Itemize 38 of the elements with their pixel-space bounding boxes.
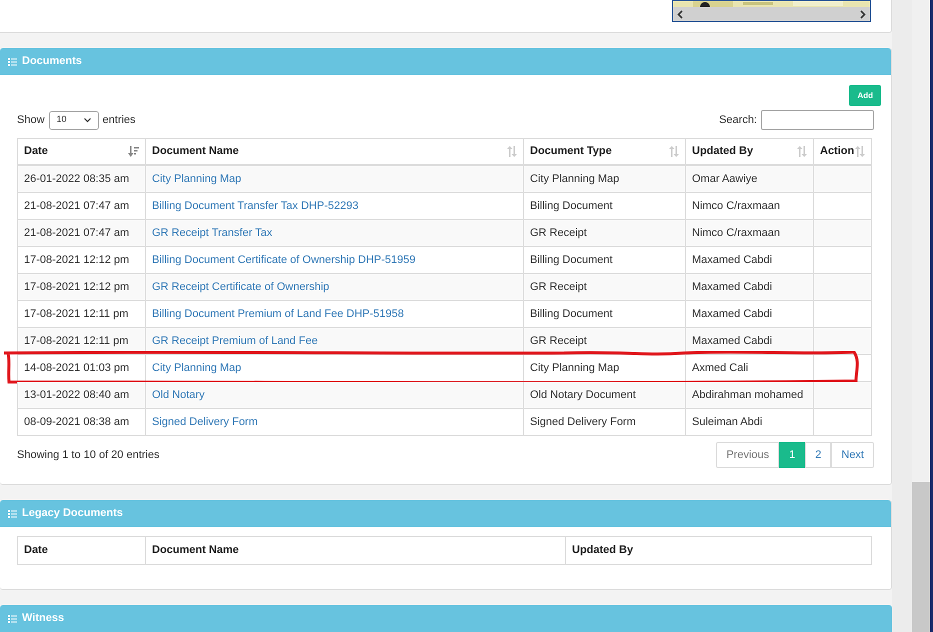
search-field[interactable]	[761, 110, 874, 130]
panel-title: Legacy Documents	[22, 506, 123, 522]
document-link[interactable]: Billing Document Transfer Tax DHP-52293	[152, 198, 358, 214]
pagination-button[interactable]: Next	[831, 442, 874, 468]
show-label: Show	[17, 112, 45, 128]
column-header: Updated By	[571, 543, 634, 558]
document-link[interactable]: GR Receipt Premium of Land Fee	[152, 332, 318, 350]
chevron-right-icon[interactable]	[860, 10, 866, 18]
entries-label: entries	[102, 112, 136, 128]
page-button[interactable]: 2	[805, 442, 832, 468]
column-header: Date	[18, 537, 146, 564]
document-link[interactable]: City Planning Map	[152, 360, 242, 376]
document-link[interactable]: GR Receipt Certificate of Ownership	[152, 278, 330, 296]
document-link[interactable]: GR Receipt Transfer Tax	[152, 224, 272, 242]
chevron-down-icon	[84, 118, 91, 122]
table-cell: Suleiman Abdi	[686, 409, 814, 436]
document-link[interactable]: Billing Document Premium of Land Fee DHP-51958	[152, 306, 404, 322]
list-icon	[8, 510, 17, 518]
document-link[interactable]: Old Notary	[152, 386, 205, 404]
search-label: Search:	[719, 112, 757, 128]
list-icon	[8, 58, 17, 66]
chevron-left-icon[interactable]	[677, 10, 683, 18]
page-size-select[interactable]: 10	[48, 110, 99, 130]
list-icon	[8, 614, 17, 622]
pagination-button[interactable]: Previous	[716, 442, 780, 468]
panel-title: Witness	[22, 611, 64, 626]
page-button[interactable]: 1	[779, 442, 806, 468]
document-link[interactable]: Signed Delivery Form	[152, 414, 258, 430]
document-link[interactable]: Billing Document Certificate of Ownership DHP-51959	[152, 252, 416, 268]
column-header: Document Name	[146, 537, 566, 564]
panel-title: Documents	[22, 54, 82, 70]
document-link[interactable]: City Planning Map	[152, 170, 242, 188]
scrollbar-thumb[interactable]	[912, 482, 930, 632]
table-info: Showing 1 to 10 of 20 entries	[17, 448, 160, 463]
table-cell: 08-09-2021 08:38 am	[18, 409, 146, 436]
table-cell: Signed Delivery Form	[524, 409, 686, 436]
add-button[interactable]: Add	[849, 85, 881, 106]
scrollbar[interactable]	[673, 7, 870, 21]
